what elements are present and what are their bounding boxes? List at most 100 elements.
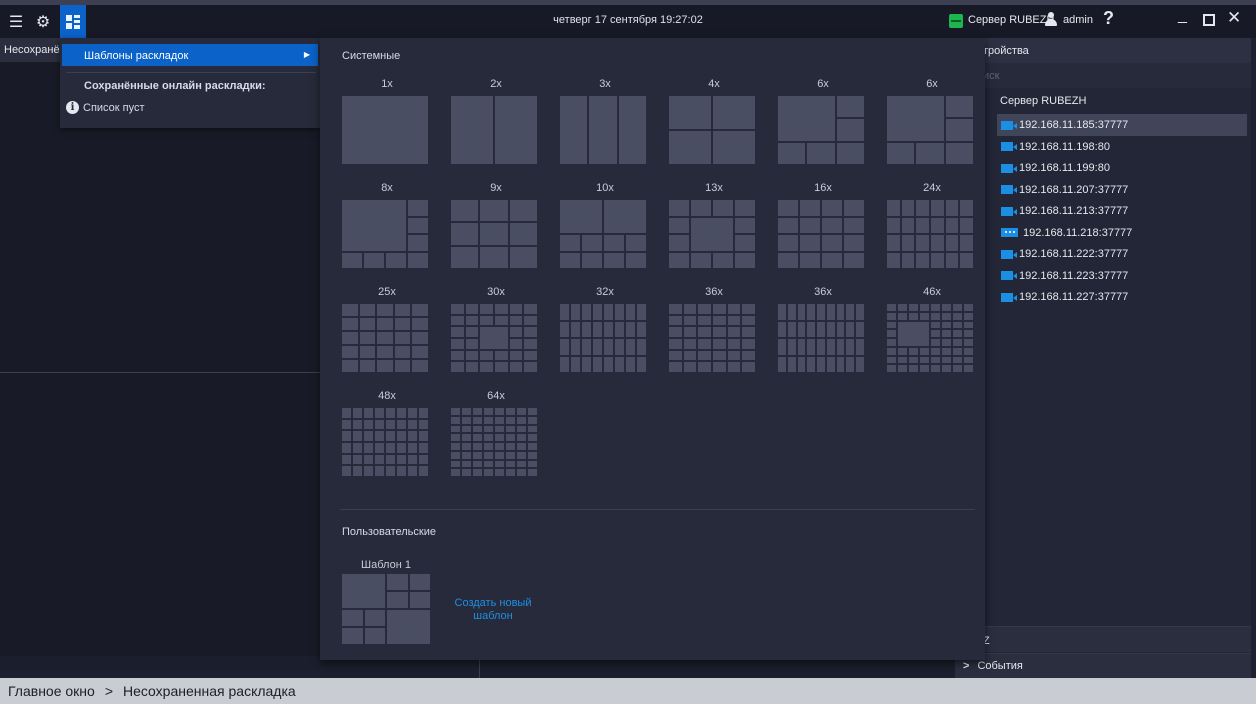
layout-template-16x[interactable]: 16x <box>778 182 868 270</box>
events-label: События <box>977 660 1023 672</box>
template-thumbnail <box>887 304 975 374</box>
device-address: 192.168.11.185:37777 <box>1019 119 1129 131</box>
device-row[interactable]: 192.168.11.199:80 <box>997 157 1247 179</box>
device-row[interactable]: 192.168.11.207:37777 <box>997 179 1247 201</box>
template-thumbnail <box>778 304 866 374</box>
maximize-button[interactable] <box>1203 14 1215 26</box>
multi-device-icon <box>1001 228 1018 237</box>
layout-template-6x[interactable]: 6x <box>778 78 868 166</box>
user-icon[interactable] <box>1043 11 1059 27</box>
device-search-input[interactable]: иск <box>955 63 1251 88</box>
layout-template-46x[interactable]: 46x <box>887 286 977 374</box>
template-thumbnail <box>560 96 648 166</box>
template-label: 30x <box>487 286 505 298</box>
menu-item-layout-templates[interactable]: Шаблоны раскладок ▶ <box>62 44 318 66</box>
layout-template-64x[interactable]: 64x <box>451 390 541 478</box>
layout-template-10x[interactable]: 10x <box>560 182 650 270</box>
ptz-section-header[interactable]: Z <box>955 626 1251 652</box>
layout-template-9x[interactable]: 9x <box>451 182 541 270</box>
devices-panel: тройства иск Сервер RUBEZH 192.168.11.18… <box>955 38 1251 678</box>
close-button[interactable]: ✕ <box>1227 8 1241 28</box>
submenu-arrow-icon: ▶ <box>303 50 310 59</box>
device-row[interactable]: 192.168.11.198:80 <box>997 136 1247 158</box>
saved-layouts-title: Сохранённые онлайн раскладки: <box>84 80 266 92</box>
layout-template-36x[interactable]: 36x <box>669 286 759 374</box>
template-label: 25x <box>378 286 396 298</box>
camera-icon <box>1001 271 1017 280</box>
template-thumbnail <box>451 200 539 270</box>
layout-template-1x[interactable]: 1x <box>342 78 432 166</box>
camera-icon <box>1001 206 1017 216</box>
template-thumbnail <box>778 200 866 270</box>
layout-template-36x[interactable]: 36x <box>778 286 868 374</box>
template-label: 2x <box>490 78 502 90</box>
layout-template-32x[interactable]: 32x <box>560 286 650 374</box>
template-thumbnail <box>342 200 430 270</box>
template-thumbnail <box>451 96 539 166</box>
device-address: 192.168.11.218:37777 <box>1023 226 1133 239</box>
devices-header[interactable]: тройства <box>955 38 1251 63</box>
device-address: 192.168.11.207:37777 <box>1019 183 1129 196</box>
breadcrumb-root[interactable]: Главное окно <box>8 683 95 699</box>
device-row[interactable]: 192.168.11.223:37777 <box>997 265 1247 287</box>
layout-template-24x[interactable]: 24x <box>887 182 977 270</box>
device-address: 192.168.11.222:37777 <box>1019 248 1129 260</box>
layout-template-13x[interactable]: 13x <box>669 182 759 270</box>
device-row[interactable]: 192.168.11.227:37777 <box>997 286 1247 308</box>
layouts-menu: Шаблоны раскладок ▶ Сохранённые онлайн р… <box>60 38 320 128</box>
template-thumbnail <box>560 304 648 374</box>
camera-icon <box>1001 185 1017 194</box>
template-thumbnail <box>451 408 539 478</box>
template-label: 36x <box>705 286 723 298</box>
breadcrumb-separator: > <box>104 683 113 699</box>
device-address: 192.168.11.223:37777 <box>1019 269 1129 282</box>
layout-template-3x[interactable]: 3x <box>560 78 650 166</box>
template-label: 3x <box>599 78 611 90</box>
template-thumbnail <box>887 200 975 270</box>
template-thumbnail <box>451 304 539 374</box>
layout-template-6x[interactable]: 6x <box>887 78 977 166</box>
camera-icon <box>1001 249 1017 259</box>
device-address: 192.168.11.213:37777 <box>1019 205 1129 217</box>
camera-icon <box>1001 163 1017 173</box>
template-label: 48x <box>378 390 396 402</box>
server-tree-node[interactable]: Сервер RUBEZH <box>1000 95 1086 107</box>
template-thumbnail <box>669 96 757 166</box>
layout-template-30x[interactable]: 30x <box>451 286 541 374</box>
template-label: 1x <box>381 78 393 90</box>
camera-icon <box>1001 142 1017 151</box>
template-label: 10x <box>596 182 614 194</box>
server-status-icon <box>949 14 963 28</box>
layout-template-4x[interactable]: 4x <box>669 78 759 166</box>
user-templates-title: Пользовательские <box>342 526 436 538</box>
events-section-header[interactable]: > События <box>955 653 1251 678</box>
template-label: 8x <box>381 182 393 194</box>
system-templates-title: Системные <box>342 50 401 62</box>
minimize-button[interactable]: _ <box>1178 7 1187 25</box>
window-edge <box>1251 38 1256 678</box>
info-icon: i <box>66 101 79 114</box>
server-name[interactable]: Сервер RUBEZH <box>968 14 1054 26</box>
create-template-link[interactable]: Создать новый шаблон <box>448 597 538 623</box>
template-label: 6x <box>926 78 938 90</box>
device-row[interactable]: 192.168.11.222:37777 <box>997 243 1247 265</box>
device-row[interactable]: 192.168.11.185:37777 <box>997 114 1247 136</box>
template-label: 4x <box>708 78 720 90</box>
device-row[interactable]: 192.168.11.218:37777 <box>997 222 1247 244</box>
layout-template-25x[interactable]: 25x <box>342 286 432 374</box>
user-template-thumbnail[interactable] <box>342 574 430 644</box>
help-icon[interactable]: ? <box>1103 8 1114 29</box>
layout-template-8x[interactable]: 8x <box>342 182 432 270</box>
user-name[interactable]: admin <box>1063 14 1093 26</box>
template-label: 46x <box>923 286 941 298</box>
layout-template-48x[interactable]: 48x <box>342 390 432 478</box>
layout-tab[interactable]: Несохранённая <box>0 38 60 62</box>
template-label: 32x <box>596 286 614 298</box>
device-address: 192.168.11.227:37777 <box>1019 291 1129 303</box>
template-thumbnail <box>342 408 430 478</box>
device-row[interactable]: 192.168.11.213:37777 <box>997 200 1247 222</box>
layout-template-2x[interactable]: 2x <box>451 78 541 166</box>
chevron-right-icon: > <box>963 660 970 672</box>
device-address: 192.168.11.198:80 <box>1019 140 1110 153</box>
template-label: 9x <box>490 182 502 194</box>
